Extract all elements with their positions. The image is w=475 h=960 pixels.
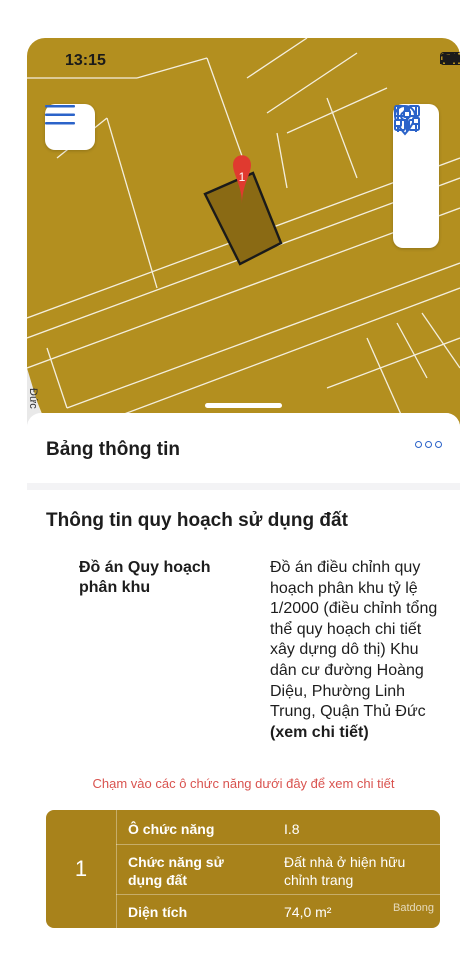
plan-value: Đồ án điều chỉnh quy hoạch phân khu tỷ l…	[270, 558, 440, 743]
status-bar: 13:15	[27, 38, 460, 84]
filter-button[interactable]	[394, 106, 434, 244]
drag-handle[interactable]	[205, 403, 282, 408]
land-use-card: Thông tin quy hoạch sử dụng đất Đồ án Qu…	[27, 490, 460, 960]
watermark-logo: Batdong	[393, 902, 434, 914]
plan-value-text: Đồ án điều chỉnh quy hoạch phân khu tỷ l…	[270, 559, 438, 721]
section-title: Thông tin quy hoạch sử dụng đất	[46, 510, 348, 531]
marker-label: 1	[239, 170, 246, 184]
row-divider	[116, 844, 440, 845]
hamburger-icon	[45, 105, 75, 125]
more-options-icon[interactable]	[415, 441, 442, 448]
row-value: I.8	[284, 821, 300, 837]
panel-title: Bảng thông tin	[46, 439, 181, 460]
menu-button[interactable]	[45, 104, 95, 150]
battery-icon	[440, 52, 460, 65]
phone-screen: 1 13:15 Đức Bảng thông tin Thông tin quy…	[27, 38, 460, 960]
function-index: 1	[46, 810, 117, 928]
hint-text: Chạm vào các ô chức năng dưới đây để xem…	[92, 776, 395, 791]
sliders-icon	[394, 106, 420, 132]
row-value: Đất nhà ở hiện hữu chỉnh trang	[284, 854, 406, 888]
planning-map[interactable]: 1 13:15 Đức	[27, 38, 460, 428]
plan-label: Đồ án Quy hoạch phân khu	[79, 559, 211, 596]
row-divider	[116, 894, 440, 895]
row-key: Ô chức năng	[128, 821, 215, 837]
map-toolbar	[393, 104, 439, 248]
row-key: Chức năng sử dụng đất	[128, 854, 224, 888]
view-detail-link[interactable]: (xem chi tiết)	[270, 723, 440, 744]
row-key: Diện tích	[128, 904, 188, 920]
function-table[interactable]: 1 Ô chức năng I.8 Chức năng sử dụng đất …	[46, 810, 440, 928]
panel-header: Bảng thông tin	[27, 413, 460, 483]
info-panel: Bảng thông tin Thông tin quy hoạch sử dụ…	[27, 413, 460, 960]
location-button[interactable]	[393, 104, 434, 196]
status-time: 13:15	[65, 52, 106, 69]
road-label: Đức	[27, 388, 39, 409]
